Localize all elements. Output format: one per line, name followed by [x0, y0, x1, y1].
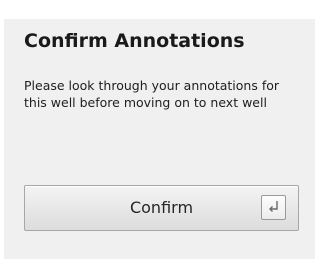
confirm-button[interactable]: Confirm [24, 185, 299, 231]
confirm-annotations-panel: Confirm Annotations Please look through … [4, 19, 315, 259]
panel-title: Confirm Annotations [24, 30, 245, 52]
confirm-button-label: Confirm [129, 198, 194, 217]
enter-key-icon [261, 195, 286, 220]
instruction-text: Please look through your annotations for… [24, 78, 280, 110]
